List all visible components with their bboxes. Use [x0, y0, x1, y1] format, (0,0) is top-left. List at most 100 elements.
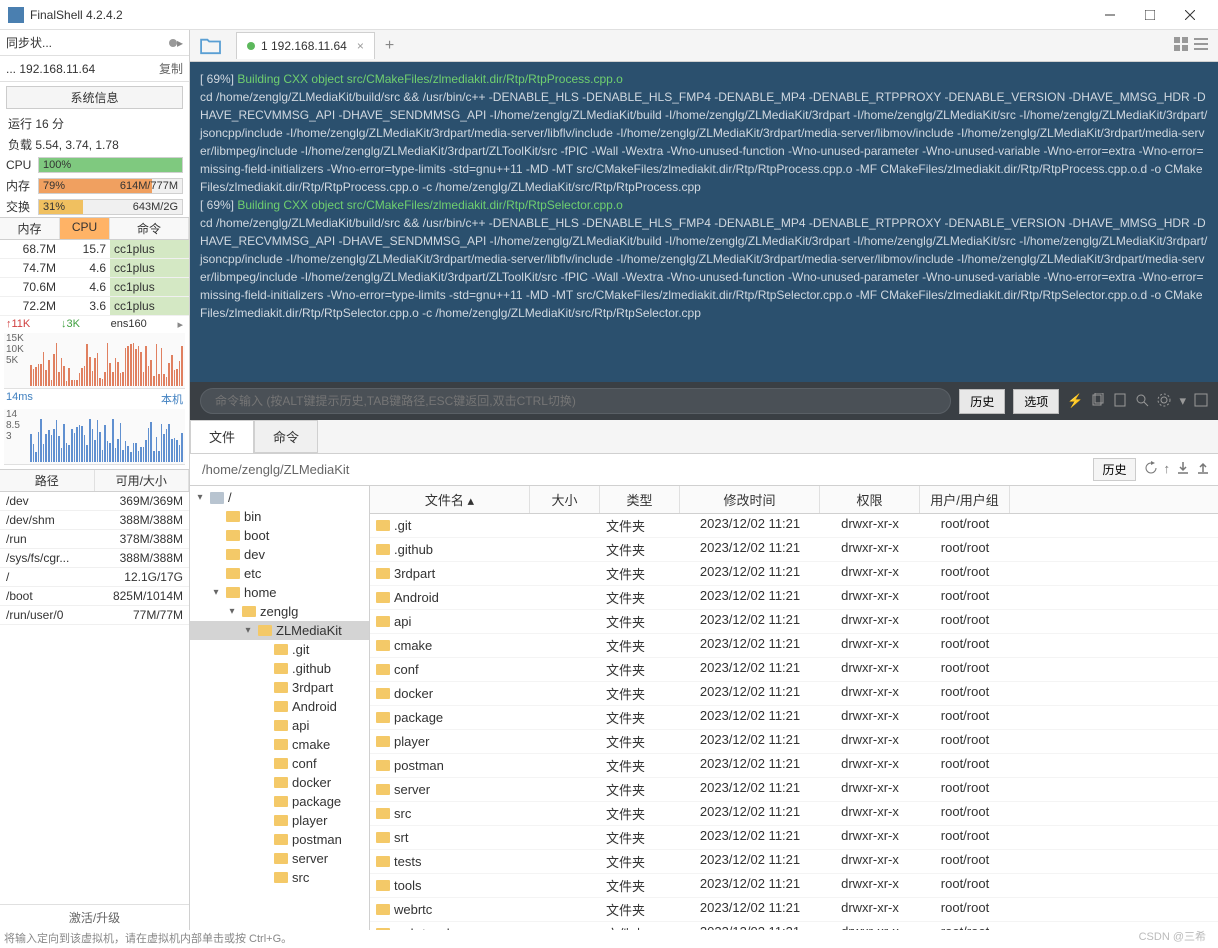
bolt-icon[interactable]: ⚡ [1067, 393, 1083, 409]
filesystem-row[interactable]: /run378M/388M [0, 530, 189, 549]
gear-icon[interactable] [1157, 393, 1171, 410]
file-row[interactable]: 3rdpart文件夹2023/12/02 11:21drwxr-xr-xroot… [370, 562, 1218, 586]
close-button[interactable] [1170, 0, 1210, 30]
tree-item[interactable]: server [190, 849, 369, 868]
tree-item[interactable]: ▾ZLMediaKit [190, 621, 369, 640]
sync-status-row[interactable]: 同步状... ▸ [0, 30, 189, 56]
folder-tree[interactable]: ▾/binbootdevetc▾home▾zenglg▾ZLMediaKit.g… [190, 486, 370, 930]
terminal-output[interactable]: [ 69%] Building CXX object src/CMakeFile… [190, 62, 1218, 382]
folder-icon [274, 853, 288, 864]
file-row[interactable]: .git文件夹2023/12/02 11:21drwxr-xr-xroot/ro… [370, 514, 1218, 538]
tree-item[interactable]: docker [190, 773, 369, 792]
process-row[interactable]: 74.7M4.6cc1plus [0, 259, 189, 278]
path-history-button[interactable]: 历史 [1093, 458, 1135, 481]
folder-icon [274, 758, 288, 769]
tree-item[interactable]: player [190, 811, 369, 830]
maximize-button[interactable] [1130, 0, 1170, 30]
activate-button[interactable]: 激活/升级 [0, 904, 189, 930]
file-list[interactable]: 文件名 ▴ 大小 类型 修改时间 权限 用户/用户组 .git文件夹2023/1… [370, 486, 1218, 930]
list-icon[interactable] [1194, 37, 1208, 54]
copy-button[interactable]: 复制 [159, 60, 183, 77]
close-icon[interactable]: × [357, 39, 364, 53]
folder-icon [226, 530, 240, 541]
tree-item[interactable]: 3rdpart [190, 678, 369, 697]
tabbar: 1 192.168.11.64 × + [190, 30, 1218, 62]
file-row[interactable]: player文件夹2023/12/02 11:21drwxr-xr-xroot/… [370, 730, 1218, 754]
tree-item[interactable]: src [190, 868, 369, 887]
tree-item[interactable]: bin [190, 507, 369, 526]
file-row[interactable]: conf文件夹2023/12/02 11:21drwxr-xr-xroot/ro… [370, 658, 1218, 682]
file-row[interactable]: .github文件夹2023/12/02 11:21drwxr-xr-xroot… [370, 538, 1218, 562]
folder-icon [226, 568, 240, 579]
file-row[interactable]: tools文件夹2023/12/02 11:21drwxr-xr-xroot/r… [370, 874, 1218, 898]
chevron-down-icon[interactable]: ▾ [1179, 393, 1186, 409]
file-row[interactable]: Android文件夹2023/12/02 11:21drwxr-xr-xroot… [370, 586, 1218, 610]
upload-icon[interactable] [1196, 461, 1210, 478]
folder-icon [376, 808, 390, 819]
tree-item[interactable]: dev [190, 545, 369, 564]
minimize-button[interactable] [1090, 0, 1130, 30]
filesystem-row[interactable]: /12.1G/17G [0, 568, 189, 587]
copy-icon[interactable] [1091, 393, 1105, 410]
history-button[interactable]: 历史 [959, 389, 1005, 414]
add-tab-button[interactable]: + [377, 33, 402, 59]
file-row[interactable]: server文件夹2023/12/02 11:21drwxr-xr-xroot/… [370, 778, 1218, 802]
filesystem-row[interactable]: /dev369M/369M [0, 492, 189, 511]
process-row[interactable]: 68.7M15.7cc1plus [0, 240, 189, 259]
file-row[interactable]: tests文件夹2023/12/02 11:21drwxr-xr-xroot/r… [370, 850, 1218, 874]
sysinfo-button[interactable]: 系统信息 [6, 86, 183, 109]
sidebar: 同步状... ▸ ... 192.168.11.64 复制 系统信息 运行 16… [0, 30, 190, 930]
file-row[interactable]: srt文件夹2023/12/02 11:21drwxr-xr-xroot/roo… [370, 826, 1218, 850]
tab-commands[interactable]: 命令 [254, 420, 318, 453]
up-icon[interactable]: ↑ [1164, 461, 1171, 478]
file-row[interactable]: src文件夹2023/12/02 11:21drwxr-xr-xroot/roo… [370, 802, 1218, 826]
footer-hint: 将输入定向到该虚拟机，请在虚拟机内部单击或按 Ctrl+G。 [0, 928, 296, 948]
tree-item[interactable]: boot [190, 526, 369, 545]
tree-item[interactable]: api [190, 716, 369, 735]
options-button[interactable]: 选项 [1013, 389, 1059, 414]
file-row[interactable]: webrtc_player文件夹2023/12/02 11:21drwxr-xr… [370, 922, 1218, 930]
command-bar: 历史 选项 ⚡ ▾ [190, 382, 1218, 420]
filesystem-row[interactable]: /run/user/077M/77M [0, 606, 189, 625]
tree-item[interactable]: Android [190, 697, 369, 716]
download-icon[interactable] [1176, 461, 1190, 478]
tree-item[interactable]: etc [190, 564, 369, 583]
filesystem-row[interactable]: /dev/shm388M/388M [0, 511, 189, 530]
file-list-header[interactable]: 文件名 ▴ 大小 类型 修改时间 权限 用户/用户组 [370, 486, 1218, 514]
tree-item[interactable]: cmake [190, 735, 369, 754]
filesystem-row[interactable]: /boot825M/1014M [0, 587, 189, 606]
file-row[interactable]: cmake文件夹2023/12/02 11:21drwxr-xr-xroot/r… [370, 634, 1218, 658]
tree-item[interactable]: ▾home [190, 583, 369, 602]
command-input[interactable] [200, 388, 951, 414]
network-stats: ↑11K ↓3K ens160 ▸ [0, 316, 189, 333]
tree-item[interactable]: postman [190, 830, 369, 849]
file-row[interactable]: postman文件夹2023/12/02 11:21drwxr-xr-xroot… [370, 754, 1218, 778]
open-folder-icon[interactable] [200, 37, 222, 55]
filesystem-row[interactable]: /sys/fs/cgr...388M/388M [0, 549, 189, 568]
file-row[interactable]: docker文件夹2023/12/02 11:21drwxr-xr-xroot/… [370, 682, 1218, 706]
paste-icon[interactable] [1113, 393, 1127, 410]
file-row[interactable]: webrtc文件夹2023/12/02 11:21drwxr-xr-xroot/… [370, 898, 1218, 922]
tree-item[interactable]: .github [190, 659, 369, 678]
file-row[interactable]: api文件夹2023/12/02 11:21drwxr-xr-xroot/roo… [370, 610, 1218, 634]
maximize-icon[interactable] [1194, 393, 1208, 410]
tree-item[interactable]: .git [190, 640, 369, 659]
process-row[interactable]: 70.6M4.6cc1plus [0, 278, 189, 297]
tree-item[interactable]: conf [190, 754, 369, 773]
tab-connection[interactable]: 1 192.168.11.64 × [236, 32, 375, 59]
tree-item[interactable]: ▾zenglg [190, 602, 369, 621]
folder-icon [258, 625, 272, 636]
search-icon[interactable] [1135, 393, 1149, 410]
path-input[interactable] [198, 458, 1085, 481]
tab-files[interactable]: 文件 [190, 420, 254, 453]
status-dot-icon [247, 42, 255, 50]
tree-item[interactable]: package [190, 792, 369, 811]
process-row[interactable]: 72.2M3.6cc1plus [0, 297, 189, 316]
grid-icon[interactable] [1174, 37, 1188, 54]
folder-icon [274, 682, 288, 693]
tree-item[interactable]: ▾/ [190, 488, 369, 507]
refresh-icon[interactable] [1144, 461, 1158, 478]
cpu-bar: CPU 100% [0, 155, 189, 175]
file-row[interactable]: package文件夹2023/12/02 11:21drwxr-xr-xroot… [370, 706, 1218, 730]
folder-icon [376, 616, 390, 627]
